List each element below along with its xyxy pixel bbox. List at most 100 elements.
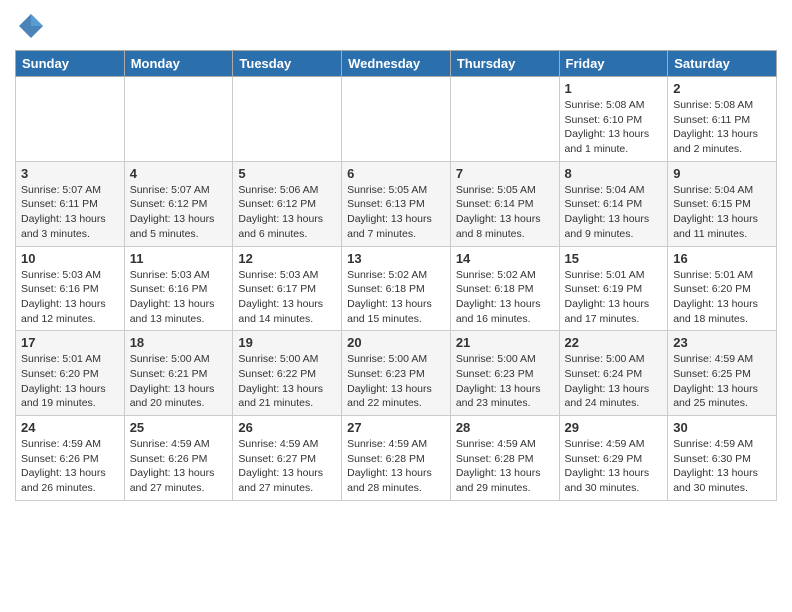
calendar-cell: 11 Sunrise: 5:03 AM Sunset: 6:16 PM Dayli… bbox=[124, 246, 233, 331]
calendar-cell: 8 Sunrise: 5:04 AM Sunset: 6:14 PM Daylig… bbox=[559, 161, 668, 246]
day-info: Sunrise: 5:04 AM Sunset: 6:14 PM Dayligh… bbox=[565, 183, 663, 242]
day-info: Sunrise: 5:05 AM Sunset: 6:13 PM Dayligh… bbox=[347, 183, 445, 242]
day-info: Sunrise: 5:04 AM Sunset: 6:15 PM Dayligh… bbox=[673, 183, 771, 242]
day-info: Sunrise: 5:01 AM Sunset: 6:20 PM Dayligh… bbox=[673, 268, 771, 327]
calendar-cell: 19Sunrise: 5:00 AM Sunset: 6:22 PM Dayli… bbox=[233, 331, 342, 416]
day-info: Sunrise: 5:00 AM Sunset: 6:23 PM Dayligh… bbox=[347, 352, 445, 411]
calendar-week-row: 10 Sunrise: 5:03 AM Sunset: 6:16 PM Dayli… bbox=[16, 246, 777, 331]
calendar-cell bbox=[233, 77, 342, 162]
day-number: 11 bbox=[130, 251, 228, 266]
calendar-cell: 22 Sunrise: 5:00 AM Sunset: 6:24 PM Dayli… bbox=[559, 331, 668, 416]
day-number: 7 bbox=[456, 166, 554, 181]
calendar-cell: 16 Sunrise: 5:01 AM Sunset: 6:20 PM Dayli… bbox=[668, 246, 777, 331]
calendar-cell bbox=[16, 77, 125, 162]
day-info: Sunrise: 4:59 AM Sunset: 6:29 PM Dayligh… bbox=[565, 437, 663, 496]
day-header-friday: Friday bbox=[559, 51, 668, 77]
calendar-header-row: SundayMondayTuesdayWednesdayThursdayFrid… bbox=[16, 51, 777, 77]
day-info: Sunrise: 5:08 AM Sunset: 6:10 PM Dayligh… bbox=[565, 98, 663, 157]
day-info: Sunrise: 4:59 AM Sunset: 6:25 PM Dayligh… bbox=[673, 352, 771, 411]
day-info: Sunrise: 5:07 AM Sunset: 6:11 PM Dayligh… bbox=[21, 183, 119, 242]
calendar-cell bbox=[124, 77, 233, 162]
calendar-cell: 14 Sunrise: 5:02 AM Sunset: 6:18 PM Dayli… bbox=[450, 246, 559, 331]
day-header-sunday: Sunday bbox=[16, 51, 125, 77]
calendar-cell bbox=[450, 77, 559, 162]
calendar-table: SundayMondayTuesdayWednesdayThursdayFrid… bbox=[15, 50, 777, 501]
day-header-saturday: Saturday bbox=[668, 51, 777, 77]
calendar-cell: 10Sunrise: 5:03 AM Sunset: 6:16 PM Dayli… bbox=[16, 246, 125, 331]
day-info: Sunrise: 5:01 AM Sunset: 6:19 PM Dayligh… bbox=[565, 268, 663, 327]
day-number: 6 bbox=[347, 166, 445, 181]
day-number: 24 bbox=[21, 420, 119, 435]
day-info: Sunrise: 5:07 AM Sunset: 6:12 PM Dayligh… bbox=[130, 183, 228, 242]
calendar-cell: 13 Sunrise: 5:02 AM Sunset: 6:18 PM Dayli… bbox=[342, 246, 451, 331]
day-number: 5 bbox=[238, 166, 336, 181]
calendar-cell: 15 Sunrise: 5:01 AM Sunset: 6:19 PM Dayli… bbox=[559, 246, 668, 331]
day-number: 20 bbox=[347, 335, 445, 350]
day-number: 27 bbox=[347, 420, 445, 435]
calendar-cell: 29 Sunrise: 4:59 AM Sunset: 6:29 PM Dayli… bbox=[559, 416, 668, 501]
day-info: Sunrise: 4:59 AM Sunset: 6:26 PM Dayligh… bbox=[21, 437, 119, 496]
day-info: Sunrise: 4:59 AM Sunset: 6:28 PM Dayligh… bbox=[456, 437, 554, 496]
day-number: 17 bbox=[21, 335, 119, 350]
calendar-cell: 9 Sunrise: 5:04 AM Sunset: 6:15 PM Daylig… bbox=[668, 161, 777, 246]
day-info: Sunrise: 5:00 AM Sunset: 6:23 PM Dayligh… bbox=[456, 352, 554, 411]
day-number: 18 bbox=[130, 335, 228, 350]
day-number: 14 bbox=[456, 251, 554, 266]
day-number: 23 bbox=[673, 335, 771, 350]
day-number: 16 bbox=[673, 251, 771, 266]
calendar-week-row: 17Sunrise: 5:01 AM Sunset: 6:20 PM Dayli… bbox=[16, 331, 777, 416]
day-number: 29 bbox=[565, 420, 663, 435]
calendar-cell: 20 Sunrise: 5:00 AM Sunset: 6:23 PM Dayli… bbox=[342, 331, 451, 416]
day-number: 2 bbox=[673, 81, 771, 96]
day-info: Sunrise: 5:02 AM Sunset: 6:18 PM Dayligh… bbox=[347, 268, 445, 327]
day-number: 12 bbox=[238, 251, 336, 266]
day-number: 15 bbox=[565, 251, 663, 266]
day-info: Sunrise: 5:03 AM Sunset: 6:17 PM Dayligh… bbox=[238, 268, 336, 327]
calendar-cell: 3 Sunrise: 5:07 AM Sunset: 6:11 PM Daylig… bbox=[16, 161, 125, 246]
calendar-cell: 27Sunrise: 4:59 AM Sunset: 6:28 PM Dayli… bbox=[342, 416, 451, 501]
calendar-week-row: 1 Sunrise: 5:08 AM Sunset: 6:10 PM Daylig… bbox=[16, 77, 777, 162]
day-number: 8 bbox=[565, 166, 663, 181]
calendar-cell: 4 Sunrise: 5:07 AM Sunset: 6:12 PM Daylig… bbox=[124, 161, 233, 246]
day-number: 1 bbox=[565, 81, 663, 96]
calendar-cell: 2Sunrise: 5:08 AM Sunset: 6:11 PM Daylig… bbox=[668, 77, 777, 162]
calendar-cell: 5 Sunrise: 5:06 AM Sunset: 6:12 PM Daylig… bbox=[233, 161, 342, 246]
day-info: Sunrise: 4:59 AM Sunset: 6:30 PM Dayligh… bbox=[673, 437, 771, 496]
calendar-cell: 30 Sunrise: 4:59 AM Sunset: 6:30 PM Dayli… bbox=[668, 416, 777, 501]
day-header-tuesday: Tuesday bbox=[233, 51, 342, 77]
day-number: 22 bbox=[565, 335, 663, 350]
day-info: Sunrise: 5:06 AM Sunset: 6:12 PM Dayligh… bbox=[238, 183, 336, 242]
day-info: Sunrise: 5:00 AM Sunset: 6:24 PM Dayligh… bbox=[565, 352, 663, 411]
day-number: 30 bbox=[673, 420, 771, 435]
day-info: Sunrise: 5:03 AM Sunset: 6:16 PM Dayligh… bbox=[130, 268, 228, 327]
day-info: Sunrise: 5:02 AM Sunset: 6:18 PM Dayligh… bbox=[456, 268, 554, 327]
calendar-cell: 23 Sunrise: 4:59 AM Sunset: 6:25 PM Dayli… bbox=[668, 331, 777, 416]
day-number: 10 bbox=[21, 251, 119, 266]
day-number: 3 bbox=[21, 166, 119, 181]
calendar-cell: 26Sunrise: 4:59 AM Sunset: 6:27 PM Dayli… bbox=[233, 416, 342, 501]
calendar-cell: 17Sunrise: 5:01 AM Sunset: 6:20 PM Dayli… bbox=[16, 331, 125, 416]
day-number: 21 bbox=[456, 335, 554, 350]
day-info: Sunrise: 4:59 AM Sunset: 6:27 PM Dayligh… bbox=[238, 437, 336, 496]
calendar-cell: 7 Sunrise: 5:05 AM Sunset: 6:14 PM Daylig… bbox=[450, 161, 559, 246]
day-header-monday: Monday bbox=[124, 51, 233, 77]
day-number: 9 bbox=[673, 166, 771, 181]
day-header-thursday: Thursday bbox=[450, 51, 559, 77]
page-header bbox=[15, 10, 777, 42]
day-number: 28 bbox=[456, 420, 554, 435]
day-number: 25 bbox=[130, 420, 228, 435]
calendar-week-row: 24 Sunrise: 4:59 AM Sunset: 6:26 PM Dayli… bbox=[16, 416, 777, 501]
calendar-cell: 18Sunrise: 5:00 AM Sunset: 6:21 PM Dayli… bbox=[124, 331, 233, 416]
calendar-week-row: 3 Sunrise: 5:07 AM Sunset: 6:11 PM Daylig… bbox=[16, 161, 777, 246]
calendar-cell: 28 Sunrise: 4:59 AM Sunset: 6:28 PM Dayli… bbox=[450, 416, 559, 501]
calendar-cell: 1 Sunrise: 5:08 AM Sunset: 6:10 PM Daylig… bbox=[559, 77, 668, 162]
day-header-wednesday: Wednesday bbox=[342, 51, 451, 77]
calendar-cell: 6 Sunrise: 5:05 AM Sunset: 6:13 PM Daylig… bbox=[342, 161, 451, 246]
logo bbox=[15, 10, 51, 42]
day-number: 13 bbox=[347, 251, 445, 266]
calendar-cell: 25Sunrise: 4:59 AM Sunset: 6:26 PM Dayli… bbox=[124, 416, 233, 501]
day-number: 4 bbox=[130, 166, 228, 181]
day-info: Sunrise: 5:05 AM Sunset: 6:14 PM Dayligh… bbox=[456, 183, 554, 242]
day-number: 19 bbox=[238, 335, 336, 350]
calendar-cell: 24 Sunrise: 4:59 AM Sunset: 6:26 PM Dayli… bbox=[16, 416, 125, 501]
